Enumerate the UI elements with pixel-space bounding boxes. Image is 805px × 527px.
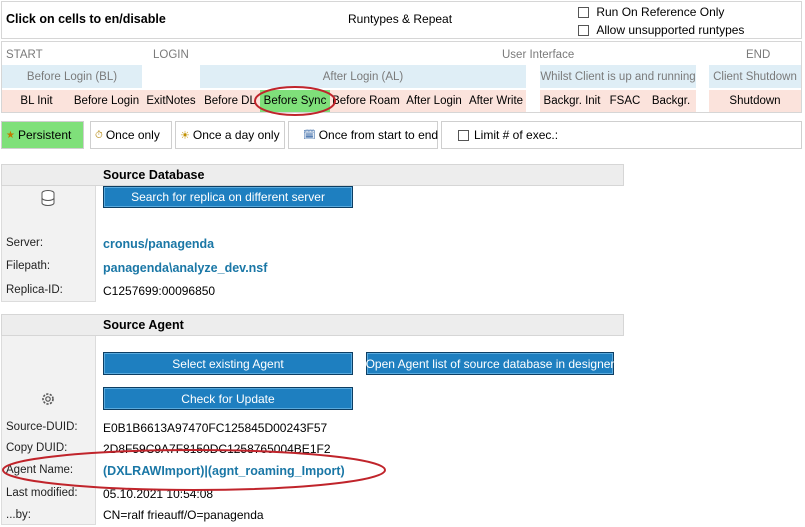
mode-persistent[interactable]: ★ Persistent (1, 121, 84, 149)
search-replica-button[interactable]: Search for replica on different server (103, 186, 353, 208)
limit-checkbox[interactable] (458, 129, 469, 141)
group-after-login: After Login (AL) (200, 65, 526, 88)
run-on-reference-label: Run On Reference Only (596, 5, 725, 19)
instructions-title: Click on cells to en/disable (6, 12, 166, 26)
mode-once-a-day-label: Once a day only (192, 128, 280, 142)
open-agent-list-button[interactable]: Open Agent list of source database in de… (366, 352, 614, 375)
runtype-shutdown[interactable]: Shutdown (709, 90, 801, 112)
group-before-login: Before Login (BL) (2, 65, 142, 88)
runtypes-title: Runtypes & Repeat (348, 12, 453, 26)
runtype-before-login[interactable]: Before Login (71, 90, 142, 112)
source-duid-value: E0B1B6613A97470FC125845D00243F57 (103, 421, 328, 435)
phase-start: START (6, 49, 43, 61)
select-existing-agent-button[interactable]: Select existing Agent (103, 352, 353, 375)
mode-persistent-label: Persistent (17, 128, 72, 142)
runtype-exit-notes[interactable]: ExitNotes (142, 90, 200, 112)
phase-user-interface: User Interface (502, 49, 575, 61)
source-database-title: Source Database (103, 168, 205, 182)
filepath-label: Filepath: (6, 260, 51, 272)
runtype-before-roam[interactable]: Before Roam (330, 90, 402, 112)
mode-once-start-end[interactable]: 🗓 Once from start to end (288, 121, 438, 149)
modified-by-label: ...by: (6, 509, 31, 521)
runtype-before-dl[interactable]: Before DL (200, 90, 260, 112)
annotation-ellipse-agent-name (2, 449, 386, 491)
runtype-backgr[interactable]: Backgr. (646, 90, 696, 112)
phase-end: END (746, 49, 771, 61)
source-database-heading: Source Database (1, 164, 624, 186)
allow-unsupported-option[interactable]: Allow unsupported runtypes (578, 23, 744, 37)
server-value[interactable]: cronus/panagenda (103, 237, 214, 251)
calendar-icon: 🗓 (303, 129, 316, 141)
source-agent-title: Source Agent (103, 318, 184, 332)
runtype-bl-init[interactable]: BL Init (2, 90, 71, 112)
mode-once-start-end-label: Once from start to end (318, 128, 439, 142)
replica-id-label: Replica-ID: (6, 284, 63, 296)
phase-login: LOGIN (153, 49, 189, 61)
runtype-after-write[interactable]: After Write (466, 90, 526, 112)
run-on-reference-option[interactable]: Run On Reference Only (578, 5, 724, 19)
group-whilst-client: Whilst Client is up and running (540, 65, 696, 88)
clock-icon: ⏱ (95, 129, 103, 141)
runtype-fsac[interactable]: FSAC (604, 90, 646, 112)
mode-once-only[interactable]: ⏱ Once only (90, 121, 172, 149)
mode-limit-label: Limit # of exec.: (474, 128, 559, 142)
server-label: Server: (6, 237, 44, 249)
group-client-shutdown: Client Shutdown (709, 65, 801, 88)
check-for-update-button[interactable]: Check for Update (103, 387, 353, 410)
sun-icon: ☀ (180, 129, 190, 142)
run-on-reference-checkbox[interactable] (578, 7, 589, 19)
modified-by-value: CN=ralf frieauff/O=panagenda (103, 508, 264, 522)
mode-once-only-label: Once only (105, 128, 160, 142)
annotation-ellipse-before-sync (254, 86, 336, 116)
mode-once-a-day[interactable]: ☀ Once a day only (175, 121, 285, 149)
allow-unsupported-label: Allow unsupported runtypes (596, 23, 745, 37)
allow-unsupported-checkbox[interactable] (578, 25, 589, 37)
gear-icon (42, 393, 54, 405)
source-duid-label: Source-DUID: (6, 421, 78, 433)
runtype-after-login[interactable]: After Login (402, 90, 466, 112)
star-icon: ★ (6, 129, 15, 141)
runtype-backgr-init[interactable]: Backgr. Init (540, 90, 604, 112)
replica-id-value: C1257699:00096850 (103, 284, 216, 298)
mode-limit[interactable]: Limit # of exec.: (441, 121, 802, 149)
source-agent-heading: Source Agent (1, 314, 624, 336)
database-icon (41, 190, 55, 206)
filepath-value[interactable]: panagenda\analyze_dev.nsf (103, 261, 267, 275)
